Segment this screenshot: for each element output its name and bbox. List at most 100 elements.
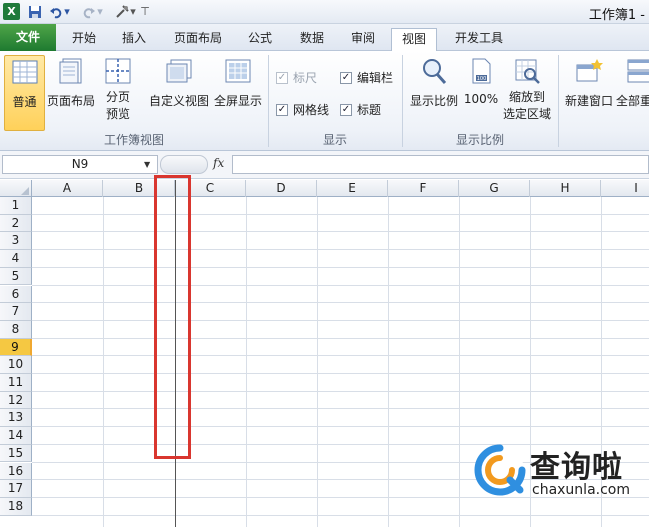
row-header-8[interactable]: 8 — [0, 320, 32, 339]
column-header-g[interactable]: G — [459, 180, 530, 197]
tools-icon[interactable] — [113, 3, 130, 20]
row-header-10[interactable]: 10 — [0, 356, 32, 374]
zoom-to-selection-button[interactable]: 缩放到 选定区域 — [500, 55, 554, 122]
tab-data[interactable]: 数据 — [292, 28, 332, 51]
watermark: 查询啦 chaxunla.com — [474, 440, 649, 504]
tab-page-layout[interactable]: 页面布局 — [166, 28, 230, 51]
grid-column-line — [388, 197, 389, 527]
row-header-1[interactable]: 1 — [0, 197, 32, 215]
custom-views-button[interactable]: 自定义视图 — [148, 55, 210, 109]
tab-file[interactable]: 文件 — [0, 24, 56, 51]
column-header-d[interactable]: D — [246, 180, 317, 197]
row-header-11[interactable]: 11 — [0, 374, 32, 392]
column-header-h[interactable]: H — [530, 180, 601, 197]
column-header-i[interactable]: I — [601, 180, 649, 197]
row-header-4[interactable]: 4 — [0, 250, 32, 268]
watermark-title: 查询啦 — [530, 450, 623, 485]
tab-home[interactable]: 开始 — [64, 28, 104, 51]
arrange-all-button[interactable]: 全部重 — [616, 55, 649, 109]
gridlines-check-icon: ✓ — [276, 103, 288, 116]
tools-dropdown-icon[interactable]: ▾ — [129, 3, 137, 20]
row-header-15[interactable]: 15 — [0, 444, 32, 463]
tab-view[interactable]: 视图 — [391, 28, 437, 52]
undo-dropdown-icon[interactable]: ▾ — [63, 3, 71, 20]
ribbon-view: 普通 页面布局 分页 预览 自定义视图 全屏显示 工作簿视图 ✓ 标尺 ✓ 编辑… — [0, 51, 649, 151]
ribbon-tabs: 文件 开始 插入 页面布局 公式 数据 审阅 视图 开发工具 — [0, 24, 649, 52]
grid-row-line — [32, 390, 649, 392]
tab-insert[interactable]: 插入 — [114, 28, 154, 51]
row-header-2[interactable]: 2 — [0, 214, 32, 233]
ruler-label: 标尺 — [293, 71, 318, 85]
row-header-3[interactable]: 3 — [0, 232, 32, 251]
row-header-12[interactable]: 12 — [0, 391, 32, 410]
normal-view-button[interactable]: 普通 — [4, 55, 45, 131]
page-break-preview-icon — [105, 58, 131, 84]
tab-review[interactable]: 审阅 — [343, 28, 383, 51]
group-divider — [558, 55, 559, 147]
column-header-a[interactable]: A — [32, 180, 103, 197]
page-layout-view-button[interactable]: 页面布局 — [46, 55, 96, 109]
grid-row-line — [32, 355, 649, 357]
row-header-6[interactable]: 6 — [0, 285, 32, 304]
highlight-annotation — [154, 175, 191, 459]
zoom-to-selection-label-1: 缩放到 — [508, 90, 545, 104]
grid-row-line — [32, 319, 649, 321]
ruler-check-icon: ✓ — [276, 71, 288, 84]
excel-logo-icon[interactable]: X — [3, 3, 20, 20]
zoom-label: 显示比例 — [409, 94, 458, 108]
column-header-e[interactable]: E — [317, 180, 388, 197]
normal-view-label: 普通 — [12, 95, 37, 109]
formula-bar: N9 ▼ fx — [0, 151, 649, 179]
ruler-checkbox[interactable]: ✓ 标尺 — [276, 69, 317, 86]
tab-developer[interactable]: 开发工具 — [447, 28, 511, 51]
full-screen-icon — [225, 59, 251, 83]
zoom-to-selection-label-2: 选定区域 — [502, 107, 551, 121]
row-header-13[interactable]: 13 — [0, 409, 32, 428]
headings-label: 标题 — [357, 103, 382, 117]
page-break-preview-label-1: 分页 — [105, 90, 130, 104]
zoom-to-selection-icon — [515, 59, 540, 84]
formula-bar-label: 编辑栏 — [357, 71, 394, 85]
formula-bar-resize-handle[interactable] — [160, 155, 208, 174]
grid-row-line — [32, 337, 649, 339]
formula-input[interactable] — [232, 155, 649, 174]
zoom-100-button[interactable]: 100 100% — [462, 55, 500, 106]
undo-icon[interactable] — [47, 3, 64, 20]
workbook-views-group-label: 工作簿视图 — [103, 133, 164, 147]
full-screen-button[interactable]: 全屏显示 — [212, 55, 264, 109]
custom-views-icon — [166, 59, 192, 83]
customize-toolbar-icon[interactable]: ⊤ — [140, 3, 150, 20]
grid-row-line — [32, 231, 649, 233]
window-title: 工作簿1 - — [588, 8, 645, 23]
row-header-18[interactable]: 18 — [0, 497, 32, 516]
headings-checkbox[interactable]: ✓ 标题 — [340, 101, 381, 118]
row-header-14[interactable]: 14 — [0, 427, 32, 445]
show-group-label: 显示 — [322, 133, 347, 147]
redo-dropdown-icon[interactable]: ▾ — [96, 3, 104, 20]
column-header-f[interactable]: F — [388, 180, 459, 197]
gridlines-checkbox[interactable]: ✓ 网格线 — [276, 101, 329, 118]
select-all-button[interactable] — [0, 180, 32, 197]
page-layout-view-icon — [59, 58, 82, 84]
new-window-button[interactable]: 新建窗口 — [562, 55, 616, 109]
row-header-17[interactable]: 17 — [0, 480, 32, 498]
headings-check-icon: ✓ — [340, 103, 352, 116]
tab-formulas[interactable]: 公式 — [240, 28, 280, 51]
svg-text:100: 100 — [477, 76, 487, 82]
row-header-5[interactable]: 5 — [0, 267, 32, 286]
formula-bar-checkbox[interactable]: ✓ 编辑栏 — [340, 69, 393, 86]
search-logo-icon — [474, 444, 526, 496]
row-header-7[interactable]: 7 — [0, 303, 32, 321]
grid-row-line — [32, 213, 649, 215]
grid-row-line — [32, 514, 649, 516]
insert-function-icon[interactable]: fx — [213, 156, 224, 170]
row-header-9[interactable]: 9 — [0, 338, 32, 357]
redo-icon[interactable] — [80, 3, 97, 20]
page-break-preview-label-2: 预览 — [105, 107, 130, 121]
save-icon[interactable] — [26, 3, 43, 20]
name-box[interactable]: N9 — [2, 155, 158, 174]
zoom-button[interactable]: 显示比例 — [406, 55, 462, 109]
row-header-16[interactable]: 16 — [0, 462, 32, 481]
name-box-dropdown-icon[interactable]: ▼ — [144, 160, 150, 169]
page-break-preview-button[interactable]: 分页 预览 — [98, 55, 138, 122]
